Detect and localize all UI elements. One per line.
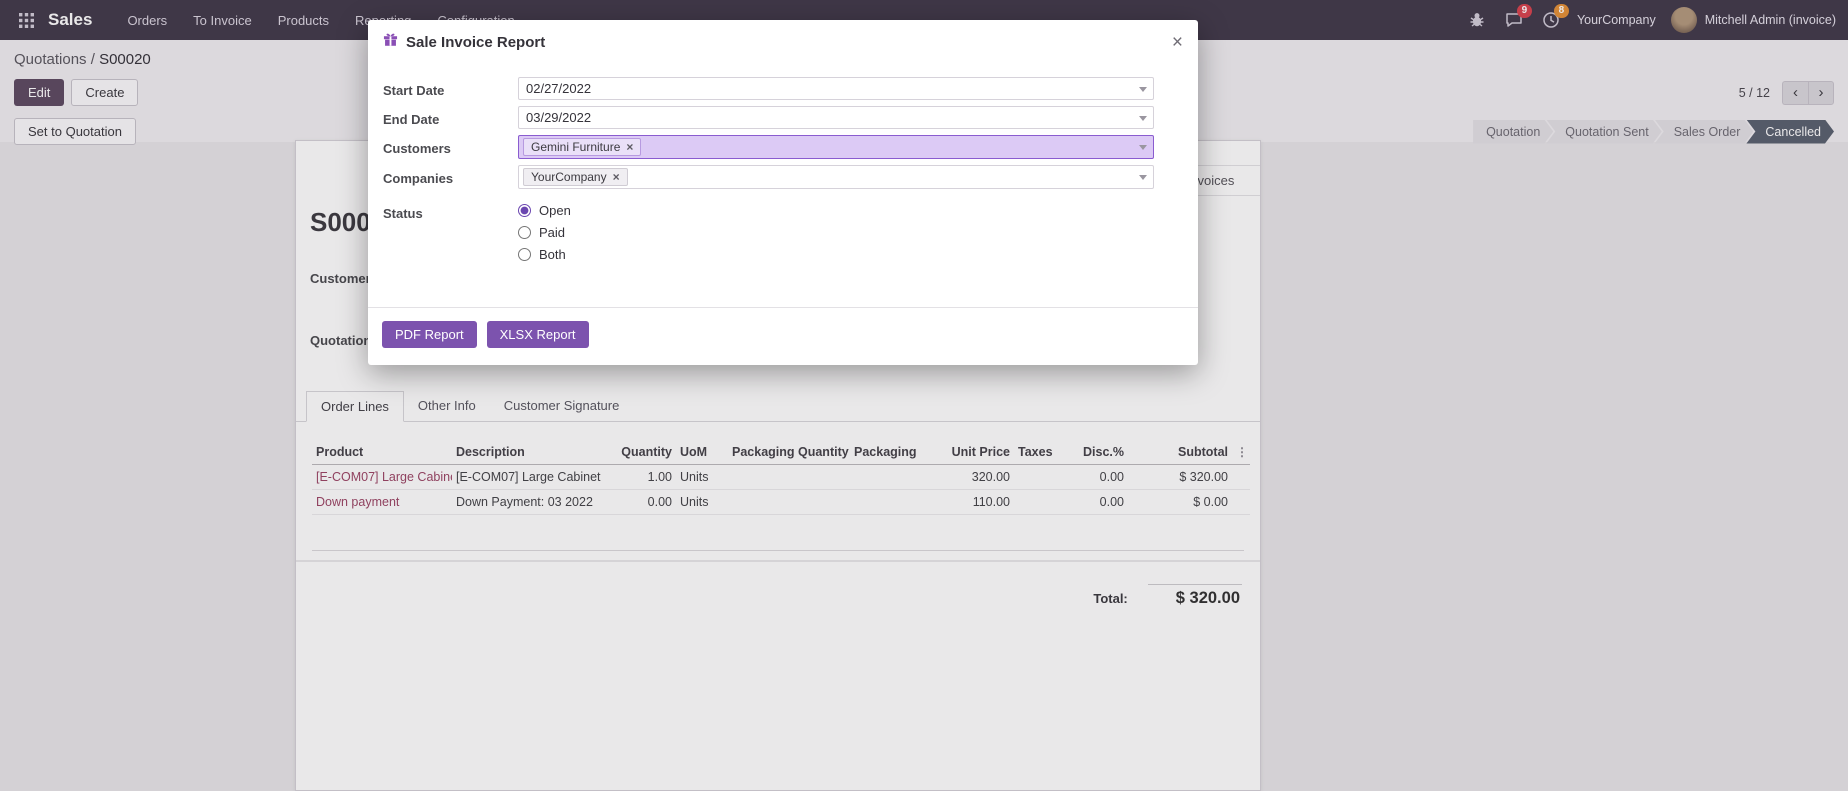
chevron-down-icon[interactable] xyxy=(1139,116,1147,121)
screen: Sales Orders To Invoice Products Reporti… xyxy=(0,0,1848,791)
dialog-body: Start Date End Date Customers xyxy=(368,62,1198,269)
status-label: Status xyxy=(383,203,518,221)
customers-label: Customers xyxy=(383,138,518,156)
close-icon[interactable]: × xyxy=(1172,33,1183,52)
pdf-report-button[interactable]: PDF Report xyxy=(382,321,477,348)
status-radio-open[interactable] xyxy=(518,204,531,217)
chevron-down-icon[interactable] xyxy=(1139,145,1147,150)
gift-icon xyxy=(383,32,398,52)
status-radio-paid[interactable] xyxy=(518,226,531,239)
companies-label: Companies xyxy=(383,168,518,186)
company-tag: YourCompany × xyxy=(523,168,628,186)
dialog-header: Sale Invoice Report × xyxy=(368,20,1198,62)
remove-tag-icon[interactable]: × xyxy=(626,140,633,154)
start-date-label: Start Date xyxy=(383,80,518,98)
status-radio-both[interactable] xyxy=(518,248,531,261)
xlsx-report-button[interactable]: XLSX Report xyxy=(487,321,589,348)
company-tag-label: YourCompany xyxy=(531,170,607,184)
status-option-open[interactable]: Open xyxy=(539,203,571,218)
customers-input[interactable]: Gemini Furniture × xyxy=(518,135,1154,159)
customer-tag-label: Gemini Furniture xyxy=(531,140,620,154)
dialog-footer: PDF Report XLSX Report xyxy=(368,308,1198,365)
customer-tag: Gemini Furniture × xyxy=(523,138,641,156)
end-date-label: End Date xyxy=(383,109,518,127)
dialog-title: Sale Invoice Report xyxy=(406,34,545,51)
status-option-both[interactable]: Both xyxy=(539,247,566,262)
companies-input[interactable]: YourCompany × xyxy=(518,165,1154,189)
chevron-down-icon[interactable] xyxy=(1139,87,1147,92)
sale-invoice-report-dialog: Sale Invoice Report × Start Date End Dat… xyxy=(368,20,1198,365)
status-option-paid[interactable]: Paid xyxy=(539,225,565,240)
chevron-down-icon[interactable] xyxy=(1139,175,1147,180)
end-date-input[interactable] xyxy=(518,106,1154,129)
remove-tag-icon[interactable]: × xyxy=(613,170,620,184)
status-radio-group: Open Paid Both xyxy=(518,203,1154,269)
start-date-input[interactable] xyxy=(518,77,1154,100)
